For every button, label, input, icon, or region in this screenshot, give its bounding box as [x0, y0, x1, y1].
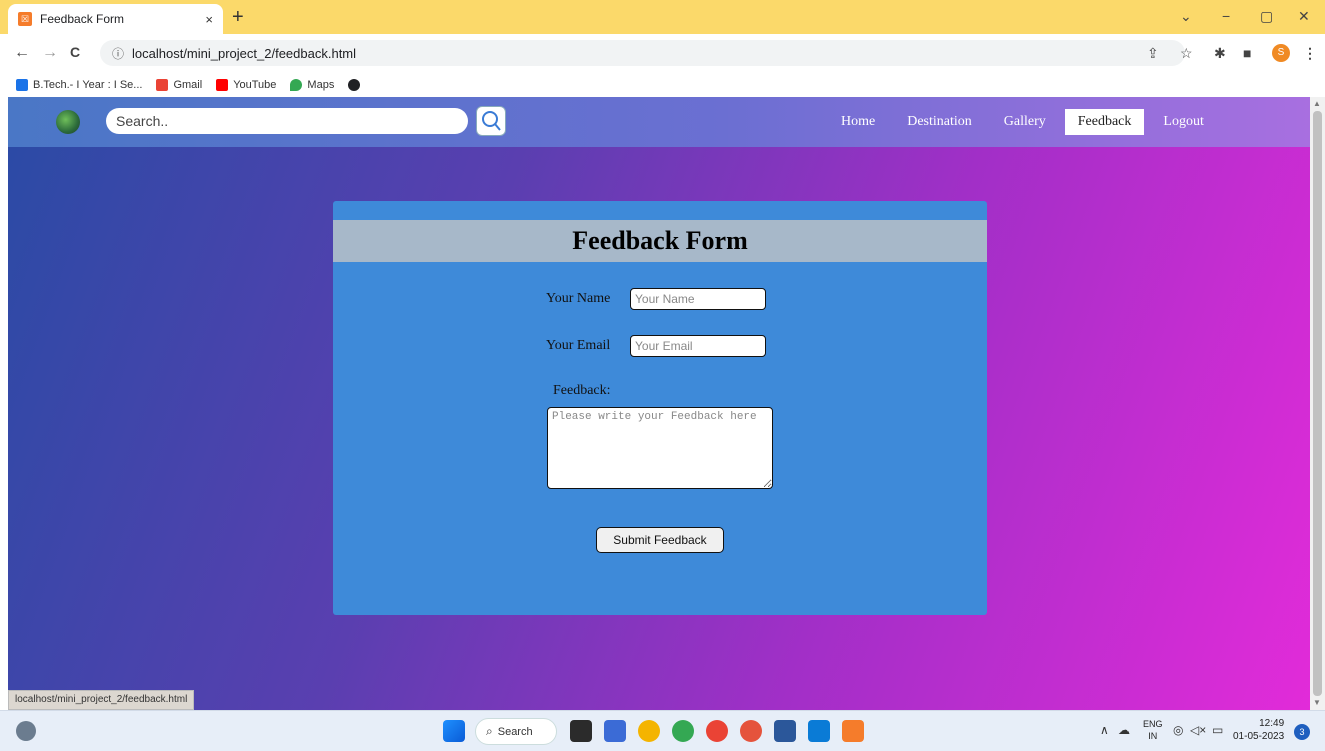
- name-field[interactable]: [630, 288, 766, 310]
- page-viewport: Home Destination Gallery Feedback Logout…: [8, 97, 1310, 710]
- feedback-card-header: Feedback Form: [333, 220, 987, 262]
- clock-date: 01-05-2023: [1233, 731, 1285, 742]
- tab-title: Feedback Form: [40, 12, 125, 26]
- name-label: Your Name: [546, 291, 611, 306]
- feedback-card: Feedback Form Your Name Your Email Feedb…: [333, 201, 987, 615]
- chrome-profile-icon[interactable]: [672, 720, 694, 742]
- clock-time: 12:49: [1259, 718, 1285, 729]
- page-title: Feedback Form: [572, 226, 748, 255]
- menu-icon[interactable]: ⋮: [1303, 45, 1317, 62]
- side-panel-icon[interactable]: ■: [1243, 45, 1251, 61]
- nav-gallery[interactable]: Gallery: [991, 109, 1059, 135]
- vscode-icon[interactable]: [808, 720, 830, 742]
- address-bar-row: ← → C ⓘ localhost/mini_project_2/feedbac…: [0, 34, 1325, 72]
- search-icon: ⌕: [486, 724, 493, 738]
- search-button[interactable]: [476, 106, 506, 136]
- status-url: localhost/mini_project_2/feedback.html: [8, 690, 195, 710]
- new-tab-button[interactable]: +: [232, 6, 244, 29]
- email-label: Your Email: [546, 338, 611, 353]
- site-navbar: Home Destination Gallery Feedback Logout: [8, 97, 1310, 147]
- share-icon[interactable]: ⇪: [1147, 45, 1159, 62]
- task-view-icon[interactable]: [570, 720, 592, 742]
- bookmark-globe[interactable]: [348, 78, 365, 91]
- email-field[interactable]: [630, 335, 766, 357]
- omnibox[interactable]: ⓘ localhost/mini_project_2/feedback.html: [100, 40, 1185, 66]
- nav-feedback[interactable]: Feedback: [1064, 109, 1145, 135]
- word-icon[interactable]: [774, 720, 796, 742]
- submit-feedback-button[interactable]: Submit Feedback: [596, 527, 724, 553]
- windows-taskbar: ⌕ Search ∧ ☁ ENG IN ◎ ◁× ▭ 12:49 01-05-2…: [0, 710, 1325, 751]
- bookmark-gmail-label: Gmail: [173, 78, 203, 91]
- lang-bottom: IN: [1148, 731, 1158, 741]
- browser-tab-bar: ☒ Feedback Form × + ⌄ − ▢ ✕: [0, 0, 1325, 34]
- gmail-icon: [156, 78, 169, 91]
- minimize-button[interactable]: −: [1222, 8, 1230, 24]
- maps-pin-icon: [290, 78, 303, 91]
- youtube-icon: [216, 78, 229, 91]
- weather-widget-icon[interactable]: [16, 721, 36, 741]
- feedback-textarea[interactable]: [547, 407, 773, 489]
- tab-search-icon[interactable]: ⌄: [1180, 8, 1192, 25]
- info-icon[interactable]: ⓘ: [112, 45, 124, 62]
- bookmark-youtube[interactable]: YouTube: [216, 78, 277, 91]
- clock[interactable]: 12:49 01-05-2023: [1233, 717, 1284, 743]
- scrollbar-thumb[interactable]: [1313, 111, 1322, 696]
- search-icon: [482, 111, 501, 131]
- language-indicator[interactable]: ENG IN: [1143, 718, 1163, 742]
- chrome-icon[interactable]: [638, 720, 660, 742]
- globe-icon: [348, 78, 361, 91]
- cloud-icon[interactable]: ☁: [1118, 723, 1130, 737]
- start-icon[interactable]: [443, 720, 465, 742]
- bookmark-gmail[interactable]: Gmail: [156, 78, 203, 91]
- teams-chat-icon[interactable]: [604, 720, 626, 742]
- tray-overflow-icon[interactable]: ∧: [1100, 723, 1109, 737]
- lang-top: ENG: [1143, 719, 1163, 729]
- profile-avatar[interactable]: S: [1272, 44, 1290, 62]
- network-icon[interactable]: ◎: [1173, 723, 1183, 737]
- forward-button[interactable]: →: [42, 44, 58, 62]
- url-text[interactable]: localhost/mini_project_2/feedback.html: [132, 46, 356, 61]
- browser-tab[interactable]: ☒ Feedback Form ×: [8, 4, 223, 34]
- bookmarks-bar: B.Tech.- I Year : I Se... Gmail YouTube …: [0, 72, 1325, 97]
- page-scrollbar[interactable]: ▲ ▼: [1310, 97, 1325, 710]
- nav-links: Home Destination Gallery Feedback Logout: [828, 109, 1223, 135]
- bookmark-btech-label: B.Tech.- I Year : I Se...: [33, 78, 143, 91]
- scroll-up-icon[interactable]: ▲: [1313, 99, 1321, 108]
- close-window-button[interactable]: ✕: [1298, 8, 1310, 25]
- taskbar-search-label: Search: [497, 725, 533, 738]
- notification-badge[interactable]: 3: [1294, 724, 1310, 740]
- volume-icon[interactable]: ◁×: [1190, 723, 1206, 737]
- bookmark-maps-label: Maps: [307, 78, 335, 91]
- nav-home[interactable]: Home: [828, 109, 888, 135]
- xampp-icon[interactable]: [842, 720, 864, 742]
- powerpoint-icon[interactable]: [740, 720, 762, 742]
- taskbar-search[interactable]: ⌕ Search: [475, 718, 557, 745]
- restore-button[interactable]: ▢: [1260, 8, 1273, 25]
- xampp-favicon-icon: ☒: [18, 12, 32, 26]
- nav-destination[interactable]: Destination: [894, 109, 985, 135]
- battery-icon[interactable]: ▭: [1212, 723, 1223, 737]
- bookmark-youtube-label: YouTube: [233, 78, 277, 91]
- bookmark-maps[interactable]: Maps: [290, 78, 335, 91]
- chrome-alt-icon[interactable]: [706, 720, 728, 742]
- bookmark-star-icon[interactable]: ☆: [1180, 45, 1193, 62]
- search-input[interactable]: [106, 108, 468, 134]
- site-logo[interactable]: [56, 110, 80, 134]
- bookmark-btech-icon: [16, 78, 28, 91]
- reload-button[interactable]: C: [70, 44, 80, 60]
- extensions-icon[interactable]: ✱: [1214, 45, 1226, 62]
- feedback-label: Feedback:: [553, 383, 611, 398]
- tab-close-icon[interactable]: ×: [205, 12, 213, 27]
- scroll-down-icon[interactable]: ▼: [1313, 698, 1321, 707]
- back-button[interactable]: ←: [14, 44, 30, 62]
- bookmark-btech[interactable]: B.Tech.- I Year : I Se...: [16, 78, 143, 91]
- nav-logout[interactable]: Logout: [1150, 109, 1216, 135]
